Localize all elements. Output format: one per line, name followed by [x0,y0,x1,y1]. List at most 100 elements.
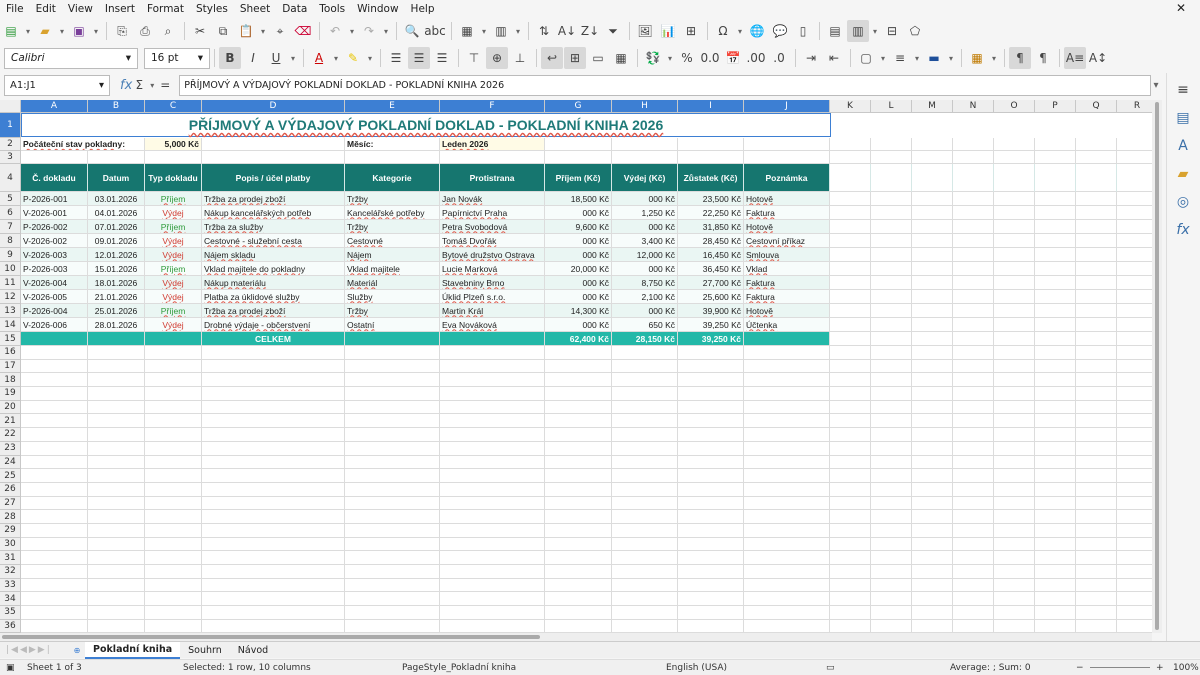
properties-icon[interactable]: ▤ [1172,107,1194,129]
highlight-dropdown-icon[interactable]: ▾ [365,47,375,69]
cell[interactable] [953,359,994,374]
cell[interactable] [871,592,912,607]
cell[interactable] [912,113,953,138]
row-header-22[interactable]: 22 [0,428,21,442]
cell[interactable] [994,537,1035,552]
cell[interactable] [202,537,345,552]
cell[interactable] [1117,565,1152,579]
clone-format-icon[interactable]: ⌖ [269,20,291,42]
pivot-table-icon[interactable]: ⊞ [680,20,702,42]
cell[interactable] [202,400,345,415]
cell[interactable] [1035,220,1076,234]
record-cell[interactable]: 000 Kč [545,276,612,290]
row-header-36[interactable]: 36 [0,619,21,633]
cell[interactable] [21,414,88,429]
cell[interactable] [1076,606,1117,620]
cell[interactable] [912,619,953,633]
cell[interactable] [1035,113,1076,138]
cell[interactable] [871,192,912,206]
month-value[interactable]: Leden 2026 [440,138,545,151]
cell[interactable] [21,469,88,483]
record-cell[interactable]: P-2026-003 [21,262,88,276]
cell[interactable] [912,318,953,332]
hyperlink-icon[interactable]: 🌐 [746,20,768,42]
cell[interactable] [953,332,994,346]
record-cell[interactable]: 000 Kč [545,318,612,332]
cell[interactable] [440,359,545,374]
save-icon[interactable]: ▣ [68,20,90,42]
cell[interactable] [830,441,871,456]
cell[interactable] [678,565,744,579]
cell[interactable] [145,592,202,607]
cell[interactable] [88,606,145,620]
cell[interactable] [912,138,953,151]
cell[interactable] [953,387,994,401]
cell[interactable] [88,469,145,483]
open-dropdown-icon[interactable]: ▾ [57,20,67,42]
cell[interactable] [744,428,830,442]
cell[interactable] [994,578,1035,593]
autofilter-icon[interactable]: ⏷ [602,20,624,42]
cell[interactable] [145,332,202,346]
row-header-19[interactable]: 19 [0,387,21,401]
cell[interactable] [830,304,871,318]
cell[interactable] [912,441,953,456]
save-dropdown-icon[interactable]: ▾ [91,20,101,42]
font-color-dropdown-icon[interactable]: ▾ [331,47,341,69]
header-footer-icon[interactable]: ▯ [792,20,814,42]
record-cell[interactable]: 09.01.2026 [88,234,145,248]
cell[interactable] [1035,151,1076,164]
delete-decimal-icon[interactable]: .0 [768,47,790,69]
cell[interactable] [1076,469,1117,483]
record-cell[interactable]: Nákup kancelářských potřeb [202,206,345,220]
cell[interactable] [912,414,953,429]
cell[interactable] [744,482,830,497]
cell[interactable] [912,592,953,607]
record-cell[interactable]: Nákup materiálu [202,276,345,290]
cell[interactable] [612,578,678,593]
cell[interactable] [912,164,953,192]
record-cell[interactable]: 07.01.2026 [88,220,145,234]
cell[interactable] [830,151,871,164]
cell[interactable] [912,234,953,248]
cell[interactable] [545,551,612,565]
cell[interactable] [1076,304,1117,318]
cell[interactable] [21,151,88,164]
print-icon[interactable]: ⎙ [134,20,156,42]
cell[interactable] [994,151,1035,164]
cell[interactable] [145,578,202,593]
row-header-17[interactable]: 17 [0,359,21,374]
cell[interactable] [953,346,994,360]
cell[interactable] [1117,620,1152,633]
cell[interactable] [1117,373,1152,388]
cell[interactable] [871,290,912,304]
conditional-format-dropdown-icon[interactable]: ▾ [989,47,999,69]
row-header-5[interactable]: 5 [0,192,21,206]
record-cell[interactable]: Výdej [145,234,202,248]
cell[interactable] [1117,456,1152,470]
name-box[interactable]: A1:J1 ▾ [4,74,110,96]
cell[interactable] [145,400,202,415]
cell[interactable] [612,592,678,607]
cell[interactable] [912,565,953,579]
cell[interactable] [1117,551,1152,565]
cell[interactable] [345,551,440,565]
cell[interactable] [1035,441,1076,456]
column-header-m[interactable]: M [912,100,953,113]
cell[interactable] [912,373,953,388]
add-sheet-icon[interactable]: ⊕ [70,639,84,661]
record-cell[interactable]: 31,850 Kč [678,220,744,234]
cell[interactable] [994,262,1035,276]
cell[interactable] [912,523,953,538]
cell[interactable] [830,496,871,511]
cell[interactable] [953,619,994,633]
italic-icon[interactable]: I [242,47,264,69]
menu-item-help[interactable]: Help [405,3,441,15]
copy-icon[interactable]: ⧉ [212,20,234,42]
cut-icon[interactable]: ✂ [189,20,211,42]
cell[interactable] [744,400,830,415]
cell[interactable] [612,346,678,360]
column-header-l[interactable]: L [871,100,912,113]
zoom-level[interactable]: 100% [1173,663,1199,673]
record-cell[interactable]: 20,000 Kč [545,262,612,276]
